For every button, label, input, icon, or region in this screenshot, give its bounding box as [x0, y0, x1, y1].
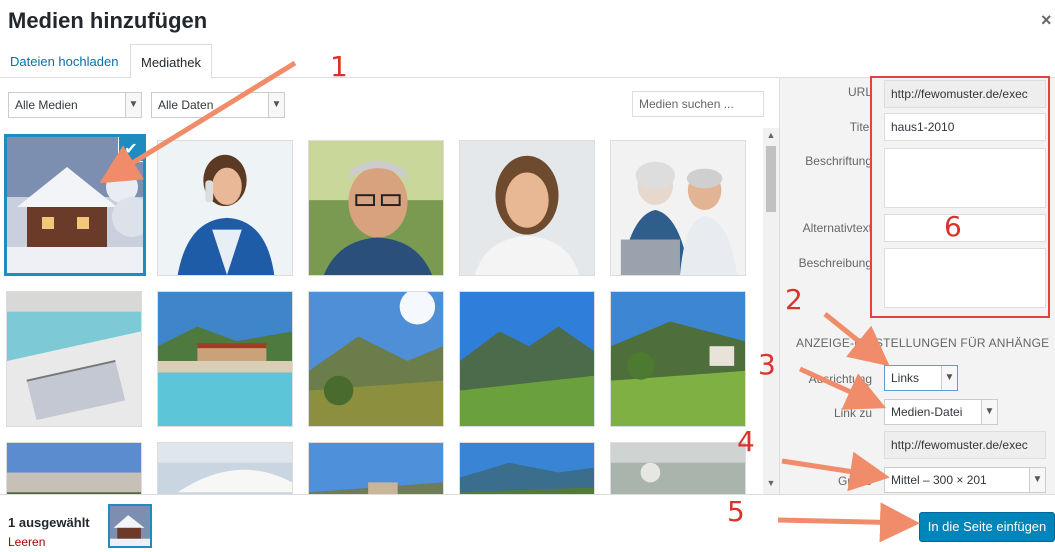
- man-glasses-image: [309, 141, 443, 275]
- attachment-winter-house[interactable]: ✔: [4, 134, 146, 276]
- senior-couple-image: [611, 141, 745, 275]
- attachment-senior-couple[interactable]: [610, 140, 746, 276]
- attachments-grid: ✔: [0, 124, 760, 494]
- pool-lounger-image: [7, 292, 141, 426]
- clear-selection-link[interactable]: Leeren: [8, 535, 45, 549]
- size-select[interactable]: Mittel – 300 × 201 ▼: [884, 467, 1046, 493]
- display-settings-heading: Anzeige-Einstellungen für Anhänge: [796, 336, 1050, 350]
- blurry-table-image: [611, 443, 745, 494]
- checkmark-icon[interactable]: ✔: [118, 137, 143, 162]
- chevron-down-icon: ▼: [1029, 468, 1045, 492]
- attachment-mountain-valley[interactable]: [459, 291, 595, 427]
- hotel-pool-image: [158, 292, 292, 426]
- village-mountain-image: [309, 443, 443, 494]
- attachment-woman-smiling[interactable]: [459, 140, 595, 276]
- media-toolbar: Alle Medien ▼ Alle Daten ▼ Medien suchen…: [0, 78, 779, 124]
- attachment-parasol[interactable]: [157, 442, 293, 494]
- router-tabs: Dateien hochladen Mediathek: [0, 44, 1055, 79]
- hills-trees-image: [309, 292, 443, 426]
- parasol-image: [158, 443, 292, 494]
- media-modal: Medien hinzufügen × Dateien hochladen Me…: [0, 0, 1055, 552]
- url-field[interactable]: http://fewomuster.de/exec: [884, 80, 1046, 108]
- media-toolbar-footer: 1 ausgewählt Leeren In die Seite einfüge…: [0, 494, 1055, 552]
- title-label: Titel: [849, 120, 872, 134]
- close-icon[interactable]: ×: [1041, 10, 1055, 30]
- winter-house-thumb-image: [110, 506, 150, 546]
- media-type-filter-value: Alle Medien: [15, 98, 78, 112]
- caption-label: Beschriftung: [805, 154, 872, 168]
- alignment-select[interactable]: Links ▼: [884, 365, 958, 391]
- url-label: URL: [847, 85, 872, 99]
- size-label: Größe: [837, 474, 872, 488]
- tab-upload-files[interactable]: Dateien hochladen: [0, 44, 128, 78]
- attachment-blurry-table[interactable]: [610, 442, 746, 494]
- attachment-meadow-house[interactable]: [610, 291, 746, 427]
- mountain-valley-image: [460, 292, 594, 426]
- grid-scrollbar[interactable]: ▲ ▼: [763, 128, 779, 494]
- caption-field[interactable]: [884, 148, 1046, 208]
- attachment-hills-trees[interactable]: [308, 291, 444, 427]
- alignment-value: Links: [891, 371, 920, 385]
- description-field[interactable]: [884, 248, 1046, 308]
- tab-media-library[interactable]: Mediathek: [130, 44, 212, 79]
- attachment-forest-road[interactable]: [6, 442, 142, 494]
- annotation-number-1: 1: [330, 50, 348, 83]
- date-filter[interactable]: Alle Daten ▼: [151, 92, 285, 118]
- selected-thumbnail[interactable]: [108, 504, 152, 548]
- attachment-blue-mountains[interactable]: [459, 442, 595, 494]
- chevron-down-icon: ▼: [941, 366, 957, 390]
- alt-text-label: Alternativtext: [802, 221, 872, 235]
- meadow-house-image: [611, 292, 745, 426]
- blue-mountains-image: [460, 443, 594, 494]
- annotation-number-4: 4: [737, 425, 755, 458]
- annotation-number-6: 6: [944, 210, 962, 243]
- attachment-woman-phone[interactable]: [157, 140, 293, 276]
- chevron-down-icon: ▼: [981, 400, 997, 424]
- woman-phone-image: [158, 141, 292, 275]
- size-value: Mittel – 300 × 201: [891, 473, 987, 487]
- link-to-select[interactable]: Medien-Datei ▼: [884, 399, 998, 425]
- alt-text-field[interactable]: [884, 214, 1046, 242]
- search-input[interactable]: Medien suchen ...: [632, 91, 764, 117]
- link-to-label: Link zu: [833, 406, 872, 420]
- modal-title: Medien hinzufügen: [8, 8, 208, 33]
- attachment-details-sidebar: URL http://fewomuster.de/exec Titel haus…: [779, 78, 1055, 494]
- date-filter-value: Alle Daten: [158, 98, 214, 112]
- scroll-up-icon[interactable]: ▲: [763, 130, 779, 144]
- attachment-man-glasses[interactable]: [308, 140, 444, 276]
- attachment-hotel-pool[interactable]: [157, 291, 293, 427]
- forest-road-image: [7, 443, 141, 494]
- title-field[interactable]: haus1-2010: [884, 113, 1046, 141]
- scroll-down-icon[interactable]: ▼: [763, 478, 779, 492]
- woman-smiling-image: [460, 141, 594, 275]
- description-label: Beschreibung: [798, 256, 872, 270]
- annotation-number-2: 2: [785, 283, 803, 316]
- scrollbar-thumb[interactable]: [766, 146, 776, 212]
- attachment-pool-lounger[interactable]: [6, 291, 142, 427]
- link-to-value: Medien-Datei: [891, 405, 963, 419]
- link-url-field[interactable]: http://fewomuster.de/exec: [884, 431, 1046, 459]
- chevron-down-icon: ▼: [268, 93, 284, 117]
- media-type-filter[interactable]: Alle Medien ▼: [8, 92, 142, 118]
- annotation-number-3: 3: [758, 348, 776, 381]
- alignment-label: Ausrichtung: [808, 372, 872, 386]
- insert-into-page-button[interactable]: In die Seite einfügen: [919, 512, 1055, 542]
- attachment-village-mountain[interactable]: [308, 442, 444, 494]
- chevron-down-icon: ▼: [125, 93, 141, 117]
- annotation-number-5: 5: [727, 495, 745, 528]
- selection-count: 1 ausgewählt: [8, 515, 90, 530]
